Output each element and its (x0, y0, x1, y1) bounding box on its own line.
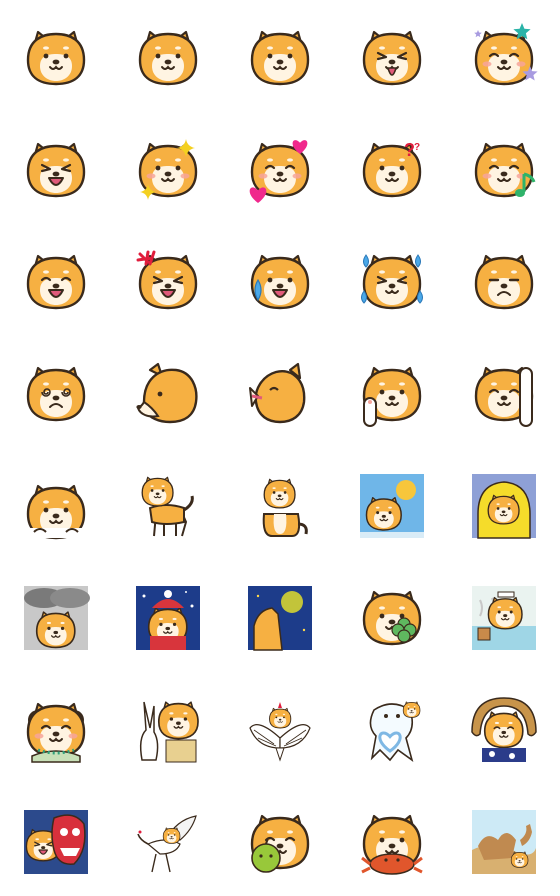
emoji-cell[interactable] (472, 250, 536, 314)
shiba-angel-wings-icon (249, 702, 311, 762)
emoji-cell[interactable] (248, 698, 312, 762)
shiba-sweat-icon (250, 254, 310, 310)
shiba-neutral-icon (26, 30, 86, 86)
emoji-cell[interactable]: ?? (360, 138, 424, 202)
emoji-cell[interactable] (24, 250, 88, 314)
shiba-camel-desert-icon (472, 810, 536, 874)
emoji-cell[interactable] (471, 697, 537, 762)
shiba-paw-wave-icon (362, 366, 422, 427)
emoji-cell[interactable] (360, 474, 424, 538)
shiba-moon-night-icon (248, 586, 312, 651)
emoji-cell[interactable] (360, 698, 424, 762)
emoji-cell[interactable] (24, 810, 88, 874)
emoji-cell[interactable] (136, 474, 200, 538)
shiba-winter-hat-icon (136, 586, 200, 650)
emoji-cell[interactable] (360, 362, 424, 427)
shiba-raincoat-icon (472, 474, 536, 539)
shiba-tongue-out-icon (362, 30, 422, 86)
emoji-cell[interactable] (24, 26, 88, 90)
emoji-cell[interactable] (248, 586, 312, 651)
emoji-sheet: ?? (0, 0, 560, 896)
shiba-hot-spring-icon (472, 586, 536, 650)
shiba-cloudy-icon (24, 586, 90, 650)
shiba-crab-icon (361, 814, 423, 875)
svg-text:?: ? (414, 142, 420, 153)
emoji-cell[interactable] (136, 26, 200, 90)
emoji-cell[interactable] (360, 26, 424, 90)
emoji-cell[interactable] (360, 250, 424, 314)
shiba-sparkle-blush-icon (138, 139, 198, 200)
emoji-cell[interactable] (24, 586, 90, 650)
shiba-sitting-icon (262, 478, 308, 537)
emoji-cell[interactable] (24, 474, 88, 540)
emoji-cell[interactable] (136, 586, 200, 650)
shiba-dizzy-icon (26, 366, 86, 422)
emoji-cell[interactable] (24, 362, 88, 426)
emoji-cell[interactable] (248, 138, 312, 203)
shiba-green-apple-icon (250, 814, 310, 873)
emoji-cell[interactable] (248, 810, 312, 874)
shiba-stars-icon (474, 23, 538, 86)
shiba-side-profile-icon (136, 362, 198, 424)
shiba-peek-icon (26, 484, 86, 540)
emoji-cell[interactable] (472, 810, 536, 874)
emoji-cell[interactable] (136, 810, 200, 874)
shiba-straw-hat-icon (471, 697, 537, 762)
emoji-cell[interactable] (360, 586, 424, 650)
shiba-neutral-icon (250, 30, 310, 86)
shiba-music-note-icon (474, 142, 536, 198)
emoji-cell[interactable] (24, 138, 88, 202)
shiba-raise-hand-icon (474, 366, 534, 427)
emoji-cell[interactable] (136, 698, 200, 763)
emoji-cell[interactable] (136, 362, 200, 426)
emoji-cell[interactable] (472, 474, 536, 539)
shiba-worried-icon (474, 254, 534, 310)
emoji-cell[interactable] (472, 138, 536, 202)
shiba-neutral-icon (138, 30, 198, 86)
emoji-cell[interactable] (360, 810, 424, 875)
emoji-cell[interactable] (136, 138, 200, 202)
shiba-heart-ghost-icon (369, 701, 421, 762)
shiba-clover-icon (362, 590, 422, 646)
shiba-crane-icon (137, 815, 197, 873)
shiba-demon-mask-icon (24, 810, 88, 874)
emoji-cell[interactable] (248, 362, 312, 426)
emoji-cell[interactable] (472, 586, 536, 650)
emoji-cell[interactable] (136, 250, 200, 314)
shiba-tears-icon (361, 254, 423, 310)
shiba-standing-icon (141, 476, 194, 537)
emoji-cell[interactable] (24, 698, 88, 763)
shiba-question-icon: ?? (362, 140, 422, 198)
shiba-angry-icon (136, 250, 198, 310)
shiba-big-tongue-icon (26, 142, 86, 198)
emoji-cell[interactable] (248, 26, 312, 90)
emoji-cell[interactable] (248, 250, 312, 314)
shiba-howl-icon (249, 362, 306, 424)
emoji-cell[interactable] (472, 362, 536, 427)
shiba-sunny-icon (360, 474, 424, 538)
shiba-rabbit-friend-icon (139, 701, 199, 763)
shiba-princess-icon (26, 702, 86, 763)
emoji-cell[interactable] (472, 23, 538, 90)
shiba-crying-mouth-icon (26, 254, 86, 310)
shiba-hearts-icon (249, 140, 310, 203)
emoji-cell[interactable] (248, 474, 312, 538)
